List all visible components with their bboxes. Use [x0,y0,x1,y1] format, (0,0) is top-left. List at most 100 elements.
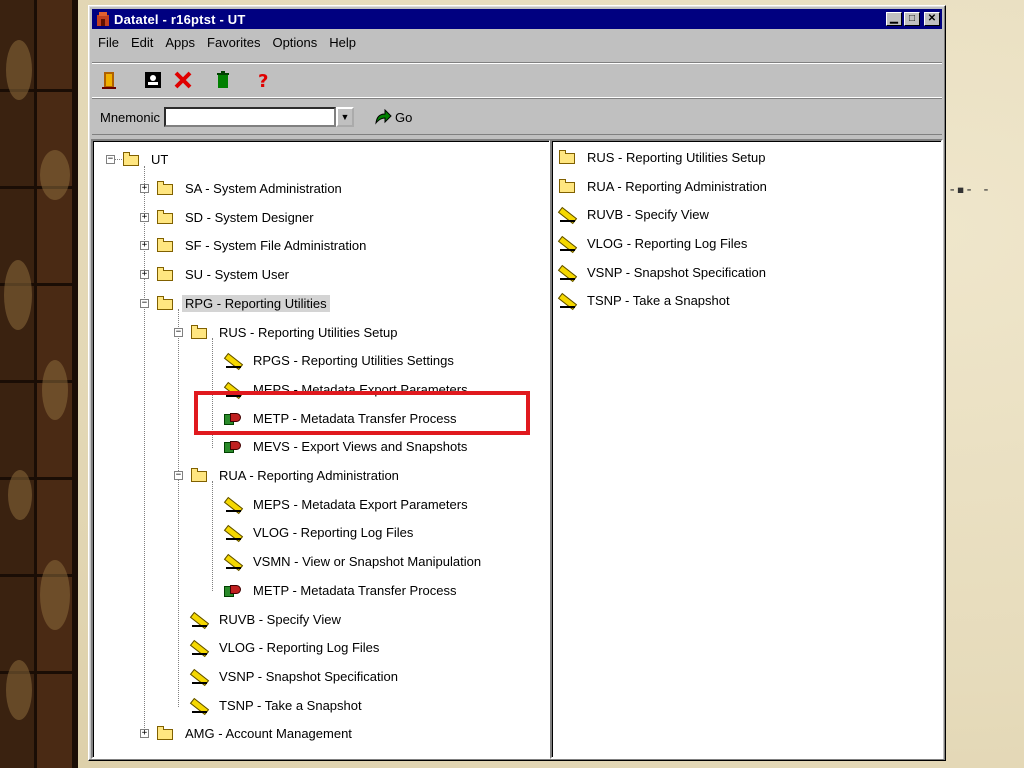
expand-toggle[interactable]: + [140,241,149,250]
pencil-icon [190,697,208,713]
tree-node-vsnp[interactable]: VSNP - Snapshot Specification [190,665,401,687]
transfer-process-icon [224,438,242,454]
minimize-icon: ▁ [890,13,898,24]
exit-button[interactable] [96,68,122,92]
tree-node-ut[interactable]: UT [122,148,171,170]
menu-favorites[interactable]: Favorites [201,35,266,50]
expand-toggle[interactable]: + [140,270,149,279]
tree-node-meps[interactable]: MEPS - Metadata Export Parameters [224,378,471,400]
close-button[interactable]: ✕ [924,12,940,26]
maximize-icon: □ [908,13,916,24]
tree-node-vsmn[interactable]: VSMN - View or Snapshot Manipulation [224,550,484,572]
menu-options[interactable]: Options [266,35,323,50]
pencil-icon [224,352,242,368]
menu-bar: File Edit Apps Favorites Options Help [92,32,942,52]
title-bar: Datatel - r16ptst - UT ▁ □ ✕ [92,9,942,29]
collapse-toggle[interactable]: − [174,328,183,337]
pencil-icon [190,668,208,684]
app-icon[interactable] [95,11,111,27]
exit-door-icon [102,72,116,89]
tree-node-tsnp[interactable]: TSNP - Take a Snapshot [190,694,365,716]
tree-node-metp[interactable]: METP - Metadata Transfer Process [224,407,460,429]
tree-node-metp-2[interactable]: METP - Metadata Transfer Process [224,579,460,601]
close-icon: ✕ [927,13,937,24]
help-button[interactable]: ? [250,68,276,92]
go-button[interactable]: Go [374,109,412,125]
list-item-rua[interactable]: RUA - Reporting Administration [558,175,770,197]
menu-edit[interactable]: Edit [125,35,159,50]
folder-icon [156,725,174,741]
folder-icon [190,324,208,340]
tree-node-amg[interactable]: AMG - Account Management [156,722,355,744]
folder-icon [558,149,576,165]
menu-file[interactable]: File [92,35,125,50]
tree-node-meps-2[interactable]: MEPS - Metadata Export Parameters [224,493,471,515]
transfer-process-icon [224,582,242,598]
tree-node-vlog-2[interactable]: VLOG - Reporting Log Files [190,636,382,658]
tree-node-rua[interactable]: RUA - Reporting Administration [190,464,402,486]
list-pane[interactable]: RUS - Reporting Utilities Setup RUA - Re… [550,139,943,759]
tree-node-rpg[interactable]: RPG - Reporting Utilities [156,292,330,314]
menu-help[interactable]: Help [323,35,362,50]
pencil-icon [558,206,576,222]
window-title: Datatel - r16ptst - UT [114,11,246,27]
pencil-icon [224,553,242,569]
decorative-strip [0,0,78,768]
pencil-icon [224,381,242,397]
green-trash-icon [217,71,229,88]
pencil-icon [224,496,242,512]
green-arrow-icon [375,109,392,125]
folder-icon [156,209,174,225]
decorative-line: -▪- - [948,182,991,198]
tree-node-sd[interactable]: SD - System Designer [156,206,317,228]
transfer-process-icon [224,410,242,426]
pencil-icon [190,611,208,627]
list-item-rus[interactable]: RUS - Reporting Utilities Setup [558,146,768,168]
tree-node-vlog[interactable]: VLOG - Reporting Log Files [224,521,416,543]
question-mark-icon: ? [258,71,268,90]
pencil-icon [558,235,576,251]
tree-node-sa[interactable]: SA - System Administration [156,177,345,199]
tree-node-rus[interactable]: RUS - Reporting Utilities Setup [190,321,400,343]
tree-node-su[interactable]: SU - System User [156,263,292,285]
svg-text:?: ? [258,71,268,90]
expand-toggle[interactable]: + [140,729,149,738]
folder-icon [190,467,208,483]
mnemonic-bar: Mnemonic ▼ Go [92,100,942,135]
collapse-toggle[interactable]: − [106,155,115,164]
tree-node-sf[interactable]: SF - System File Administration [156,234,369,256]
menu-apps[interactable]: Apps [159,35,201,50]
user-card-icon [145,72,161,88]
minimize-button[interactable]: ▁ [886,12,902,26]
mnemonic-input[interactable] [163,107,336,127]
red-x-icon [174,71,192,89]
mnemonic-dropdown-button[interactable]: ▼ [335,107,354,127]
cancel-button[interactable] [170,68,196,92]
mnemonic-label: Mnemonic [100,109,160,125]
collapse-toggle[interactable]: − [140,299,149,308]
folder-icon [156,237,174,253]
expand-toggle[interactable]: + [140,213,149,222]
tree-node-rpgs[interactable]: RPGS - Reporting Utilities Settings [224,349,457,371]
pencil-icon [558,264,576,280]
list-item-tsnp[interactable]: TSNP - Take a Snapshot [558,289,733,311]
collapse-toggle[interactable]: − [174,471,183,480]
list-item-vsnp[interactable]: VSNP - Snapshot Specification [558,261,769,283]
list-item-vlog[interactable]: VLOG - Reporting Log Files [558,232,750,254]
chevron-down-icon: ▼ [340,112,350,122]
user-button[interactable] [140,68,166,92]
expand-toggle[interactable]: + [140,184,149,193]
tree-node-mevs[interactable]: MEVS - Export Views and Snapshots [224,435,470,457]
pencil-icon [190,639,208,655]
folder-icon [122,151,140,167]
pencil-icon [224,524,242,540]
tree-pane[interactable]: − + + + + − − − + UT SA - System Adminis… [91,139,551,759]
open-folder-icon [156,295,174,311]
go-label: Go [394,109,413,125]
toolbar: ? [92,62,942,98]
trash-button[interactable] [210,68,236,92]
maximize-button[interactable]: □ [904,12,920,26]
tree-node-ruvb[interactable]: RUVB - Specify View [190,608,344,630]
folder-icon [156,266,174,282]
list-item-ruvb[interactable]: RUVB - Specify View [558,203,712,225]
